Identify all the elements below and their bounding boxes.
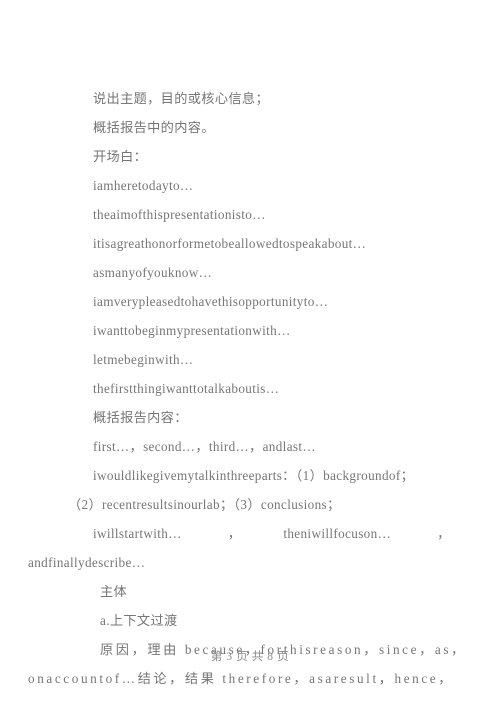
text-segment: iwillstartwith… (93, 526, 182, 541)
text-segment: ， (437, 526, 451, 541)
text-line: 主体 (100, 584, 128, 599)
text-line: iwouldlikegivemytalkinthreeparts：（1）back… (93, 468, 415, 483)
text-line: onaccountof…结论，结果 therefore，asaresult，he… (28, 671, 455, 686)
text-line: thefirstthingiwanttotalkaboutis… (93, 381, 280, 396)
text-line: iamverypleasedtohavethisopportunityto… (93, 294, 329, 309)
text-line: 概括报告中的内容。 (93, 120, 215, 135)
document-page: 说出主题，目的或核心信息； 概括报告中的内容。 开场白： iamheretoda… (0, 0, 500, 707)
text-line: a.上下文过渡 (100, 613, 178, 628)
text-line: 概括报告内容： (93, 410, 188, 425)
text-line: asmanyofyouknow… (93, 265, 213, 280)
text-line: itisagreathonorformetobeallowedtospeakab… (93, 236, 367, 251)
page-footer: 第 3 页 共 8 页 (210, 651, 290, 663)
text-line: 开场白： (93, 149, 148, 164)
text-line: andfinallydescribe… (28, 555, 146, 570)
text-line: theaimofthispresentationisto… (93, 207, 266, 222)
text-line: letmebeginwith… (93, 352, 194, 367)
document-body: 说出主题，目的或核心信息； 概括报告中的内容。 开场白： iamheretoda… (28, 84, 472, 693)
text-segment: theniwillfocuson… (283, 526, 392, 541)
text-segment: ， (227, 526, 242, 541)
text-line: first…，second…，third…，andlast… (93, 439, 316, 454)
text-line: iwanttobeginmypresentationwith… (93, 323, 291, 338)
text-line: 说出主题，目的或核心信息； (93, 91, 269, 106)
text-line: （2）recentresultsinourlab；（3）conclusions； (68, 497, 341, 512)
text-line-justified: iwillstartwith… ， theniwillfocuson… ， (28, 519, 472, 548)
text-line: iamheretodayto… (93, 178, 194, 193)
